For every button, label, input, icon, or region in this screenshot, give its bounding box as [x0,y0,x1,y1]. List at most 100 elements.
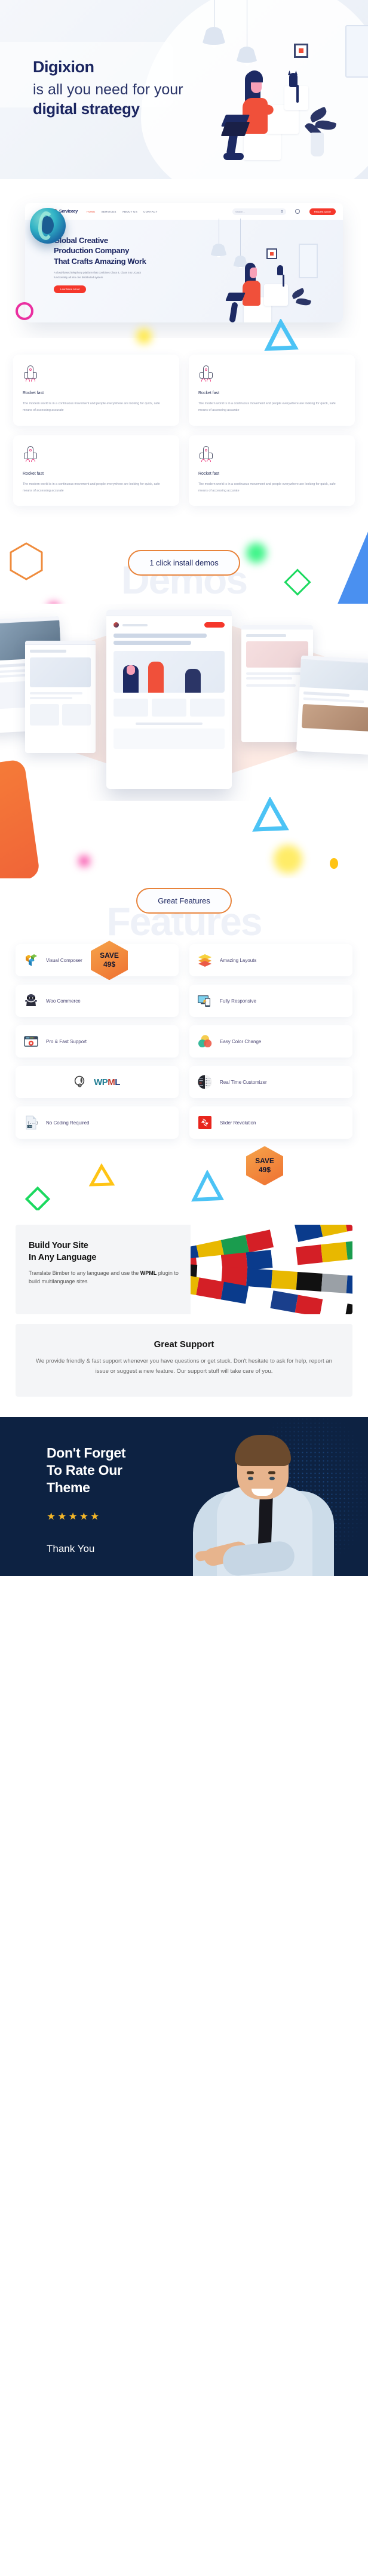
transition-decor-area [0,759,368,884]
pendant-lamp-icon [236,0,257,66]
save-badge-bottom-line2: 49$ [258,1166,271,1175]
rocket-card-text: The modern world is in a continuous move… [23,402,160,412]
wpml-title: Build Your Site In Any Language [29,1240,181,1263]
pointing-man-photo [182,1427,361,1576]
feature-card-amazing-layouts[interactable]: Amazing Layouts [189,944,352,977]
css-file-icon: {...} CSS [23,1114,39,1131]
one-click-install-demos-button[interactable]: 1 click install demos [128,550,240,576]
rocket-card[interactable]: Rocket fast The modern world is in a con… [13,435,179,506]
mock-quote-button[interactable]: Request Quote [309,208,336,215]
mock-logo-text: Serviceey [59,209,78,214]
hero-section: Digixion is all you need for your digita… [0,0,368,179]
footer-text-block: Don't Forget To Rate Our Theme ★★★★★ Tha… [47,1444,125,1555]
feature-card-wpml[interactable]: WPML [16,1066,179,1099]
mock-search-placeholder: Search... [235,210,245,213]
features-pill-area: Features Great Features [0,878,368,945]
woocommerce-ninja-icon [23,992,39,1009]
mock-cta-button[interactable]: Lear More About [54,285,87,293]
customizer-panel-icon [197,1074,213,1090]
color-circles-icon [197,1033,213,1050]
decor-blue-triangle [251,796,289,838]
star-rating[interactable]: ★★★★★ [47,1511,125,1523]
footer-rate-section: Don't Forget To Rate Our Theme ★★★★★ Tha… [0,1417,368,1576]
mock-navbar: Serviceey HOME SERVICES ABOUT US CONTACT… [25,203,343,220]
rocket-card[interactable]: Rocket fast The modern world is in a con… [189,355,355,426]
feature-label: WPML [94,1077,120,1087]
rocket-icon [23,365,38,383]
mock-hero: Global Creative Production Company That … [25,219,343,322]
demo-screenshot-far-right[interactable] [296,656,368,755]
wpml-text-bold: WPML [140,1269,157,1276]
wpml-logo-icon [74,1074,87,1090]
feature-cards-section: Rocket fast The modern world is in a con… [0,318,368,527]
feature-label: Real Time Customizer [220,1079,267,1085]
wpml-description: Translate Bimber to any language and use… [29,1269,181,1286]
feature-label: Amazing Layouts [220,957,257,963]
pendant-lamp-icon [210,219,227,257]
decor-yellow-blur [274,845,302,874]
mock-nav-home[interactable]: HOME [87,210,96,213]
decor-yellow-dot [330,858,338,869]
wpml-title-line1: Build Your Site [29,1241,88,1251]
hero-brand: Digixion [33,58,94,76]
rocket-card[interactable]: Rocket fast The modern world is in a con… [189,435,355,506]
support-section: Great Support We provide friendly & fast… [0,1320,368,1418]
feature-label: Easy Color Change [220,1038,262,1044]
demos-showcase-section [0,604,368,801]
woman-with-laptop-illustration [222,263,336,322]
feature-card-fully-responsive[interactable]: Fully Responsive [189,985,352,1018]
rocket-card-title: Rocket fast [198,391,220,395]
rocket-card-title: Rocket fast [23,391,44,395]
demos-pill-area: Demos 1 click install demos [0,520,368,634]
wpml-text-before: Translate Bimber to any language and use… [29,1269,140,1276]
support-gear-icon [23,1033,39,1050]
footer-title-line3: Theme [47,1480,90,1496]
rocket-card[interactable]: Rocket fast The modern world is in a con… [13,355,179,426]
feature-card-slider-revolution[interactable]: Slider Revolution [189,1106,352,1139]
browser-preview-section: Serviceey HOME SERVICES ABOUT US CONTACT… [0,179,368,338]
rocket-icon [23,445,38,464]
feature-label: Woo Commerce [46,998,81,1004]
save-badge-top-line2: 49$ [103,960,116,969]
feature-card-pro-fast-support[interactable]: Pro & Fast Support [16,1025,179,1058]
hero-line-3: digital strategy [33,100,140,118]
footer-thank-you: Thank You [47,1543,95,1555]
decor-blue-triangle [190,1169,225,1207]
mock-headline-1: Global Creative [54,236,108,245]
great-features-button[interactable]: Great Features [136,888,232,914]
feature-label: Slider Revolution [220,1120,256,1126]
demo-screenshot-left[interactable] [25,641,96,754]
footer-title-line1: Don't Forget [47,1445,126,1461]
wpml-decor-area [0,1157,368,1212]
mock-headline-2: Production Company [54,246,130,256]
hero-text-block: Digixion is all you need for your digita… [33,57,183,119]
feature-card-real-time-customizer[interactable]: Real Time Customizer [189,1066,352,1099]
mock-search-input[interactable]: Search... [232,208,286,215]
user-account-icon[interactable] [295,209,300,214]
feature-card-no-coding-required[interactable]: {...} CSS No Coding Required [16,1106,179,1139]
mock-nav-about[interactable]: ABOUT US [122,210,137,213]
feature-card-easy-color-change[interactable]: Easy Color Change [189,1025,352,1058]
responsive-devices-icon [197,992,213,1009]
features-grid: Visual Composer Amazing Layouts Woo Comm… [16,944,352,1139]
mock-nav-services[interactable]: SERVICES [102,210,116,213]
wpml-text-block: Build Your Site In Any Language Translat… [16,1225,191,1314]
support-panel: Great Support We provide friendly & fast… [16,1324,352,1397]
rocket-card-title: Rocket fast [23,471,44,476]
mock-nav-links: HOME SERVICES ABOUT US CONTACT [87,210,158,213]
feature-label: No Coding Required [46,1120,90,1126]
feature-card-woocommerce[interactable]: Woo Commerce [16,985,179,1018]
support-text: We provide friendly & fast support whene… [36,1358,333,1375]
mock-nav-contact[interactable]: CONTACT [143,210,158,213]
wpml-title-line2: In Any Language [29,1252,97,1262]
browser-mockup: Serviceey HOME SERVICES ABOUT US CONTACT… [25,203,343,322]
wpml-section: Build Your Site In Any Language Translat… [0,1210,368,1321]
rocket-card-title: Rocket fast [198,471,220,476]
slider-revolution-icon [197,1114,213,1131]
demo-screenshot-center[interactable] [106,610,232,789]
rocket-icon [198,365,214,383]
svg-text:CSS: CSS [27,1126,32,1129]
feature-label: Visual Composer [46,957,82,963]
hero-line-2: is all you need for your [33,81,183,98]
wpml-panel: Build Your Site In Any Language Translat… [16,1225,352,1315]
